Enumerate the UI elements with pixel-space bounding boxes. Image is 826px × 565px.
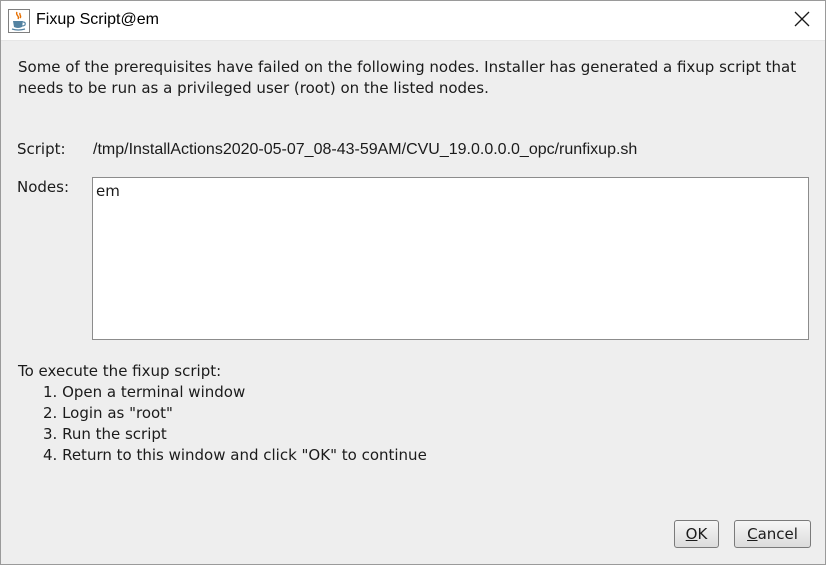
instructions: To execute the fixup script: 1. Open a t… xyxy=(18,361,427,466)
cancel-button[interactable]: Cancel xyxy=(734,520,811,548)
failure-message: Some of the prerequisites have failed on… xyxy=(18,58,797,97)
close-x-icon xyxy=(794,11,810,31)
fixup-script-dialog: Fixup Script@em Some of the prerequisite… xyxy=(0,0,826,565)
step-item: 3. Run the script xyxy=(43,425,167,443)
instructions-heading: To execute the fixup script: xyxy=(18,362,222,380)
dialog-content: Some of the prerequisites have failed on… xyxy=(1,41,825,564)
title-bar[interactable]: Fixup Script@em xyxy=(1,1,825,41)
java-cup-icon xyxy=(8,9,30,33)
nodes-label: Nodes: xyxy=(17,178,70,196)
script-label: Script: xyxy=(17,140,66,158)
step-item: 4. Return to this window and click "OK" … xyxy=(43,446,427,464)
ok-mnemonic: O xyxy=(685,525,698,543)
ok-button[interactable]: OK xyxy=(674,520,719,548)
step-item: 2. Login as "root" xyxy=(43,404,173,422)
window-title: Fixup Script@em xyxy=(36,11,159,28)
ok-label-rest: K xyxy=(697,525,708,543)
script-path: /tmp/InstallActions2020-05-07_08-43-59AM… xyxy=(93,141,638,158)
cancel-label-rest: ancel xyxy=(757,525,798,543)
close-button[interactable] xyxy=(779,1,825,40)
instruction-steps: 1. Open a terminal window 2. Login as "r… xyxy=(18,382,427,466)
step-item: 1. Open a terminal window xyxy=(43,383,246,401)
nodes-text-area[interactable]: em xyxy=(92,177,809,340)
cancel-mnemonic: C xyxy=(747,525,758,543)
